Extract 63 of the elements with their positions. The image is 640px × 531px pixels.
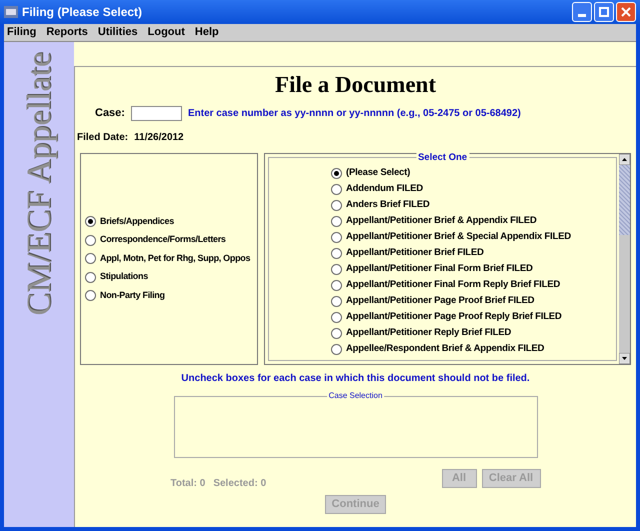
window-title: Filing (Please Select)	[22, 4, 142, 21]
minimize-icon	[578, 14, 586, 17]
scroll-down-icon[interactable]	[619, 352, 630, 364]
category-label[interactable]: Appl, Motn, Pet for Rhg, Supp, Oppos	[100, 252, 250, 266]
radio-button[interactable]	[331, 248, 342, 258]
page-heading: File a Document	[274, 71, 437, 99]
radio-button[interactable]	[85, 216, 96, 227]
event-label[interactable]: Appellee/Respondent Brief & Appendix FILED	[346, 342, 544, 356]
radio-button[interactable]	[331, 312, 342, 322]
category-label[interactable]: Correspondence/Forms/Letters	[100, 233, 226, 247]
event-label[interactable]: Appellant/Petitioner Brief & Appendix FILED	[346, 214, 537, 228]
maximize-icon	[599, 7, 609, 17]
event-label[interactable]: Appellant/Petitioner Brief & Special Appendix FILED	[346, 230, 571, 244]
event-label[interactable]: Appellant/Petitioner Reply Brief FILED	[346, 326, 512, 340]
event-label[interactable]: Appellant/Petitioner Final Form Reply Brief FILED	[346, 278, 560, 292]
category-label[interactable]: Stipulations	[100, 270, 148, 284]
radio-button[interactable]	[331, 344, 342, 354]
event-label[interactable]: Appellant/Petitioner Page Proof Reply Brief FILED	[346, 310, 562, 324]
radio-button[interactable]	[331, 328, 342, 338]
radio-button[interactable]	[331, 232, 342, 242]
radio-button[interactable]	[331, 296, 342, 306]
menu-item[interactable]: Help	[194, 24, 219, 41]
menu-item[interactable]: Filing	[7, 24, 36, 41]
case-input-field[interactable]	[130, 106, 182, 121]
case-label: Case:	[95, 106, 125, 121]
total-count: Total: 0	[170, 476, 206, 490]
event-label[interactable]: Appellant/Petitioner Final Form Brief FILED	[346, 262, 533, 276]
brand-text: CM/ECF Appellate	[20, 52, 58, 316]
instruction-text: Uncheck boxes for each case in which this document should not be filed.	[180, 372, 531, 386]
scroll-up-icon[interactable]	[619, 154, 630, 164]
menu-item[interactable]: Reports	[46, 24, 88, 41]
radio-button[interactable]	[331, 216, 342, 226]
menu-item[interactable]: Utilities	[98, 24, 138, 41]
radio-button[interactable]	[331, 184, 342, 194]
filed-date-value: 11/26/2012	[134, 130, 184, 144]
radio-button[interactable]	[85, 272, 96, 282]
scrollbar[interactable]	[619, 154, 630, 364]
category-label[interactable]: Briefs/Appendices	[100, 214, 174, 228]
radio-button[interactable]	[331, 264, 342, 274]
maximize-button[interactable]	[594, 2, 614, 22]
case-hint: Enter case number as yy-nnnn or yy-nnnnn (e.g., 05-2475 or 05-68492)	[188, 106, 521, 121]
radio-button[interactable]	[85, 253, 96, 264]
radio-button[interactable]	[331, 168, 342, 178]
close-icon	[621, 7, 631, 17]
filed-date-label: Filed Date:	[77, 130, 128, 144]
scroll-thumb[interactable]	[619, 164, 630, 234]
radio-button[interactable]	[85, 234, 96, 246]
event-label[interactable]: Appellant/Petitioner Page Proof Brief FILED	[346, 294, 534, 308]
minimize-button[interactable]	[572, 2, 592, 22]
category-label[interactable]: Non-Party Filing	[100, 288, 165, 302]
selected-count: Selected: 0	[213, 476, 266, 490]
group-title: Case Selection	[326, 390, 384, 400]
close-button[interactable]	[616, 2, 636, 22]
event-label[interactable]: Anders Brief FILED	[346, 198, 430, 212]
group-title: Select One	[416, 152, 470, 162]
event-label[interactable]: (Please Select)	[346, 166, 410, 180]
event-label[interactable]: Appellant/Petitioner Brief FILED	[346, 246, 484, 260]
app-icon	[4, 6, 18, 18]
radio-button[interactable]	[85, 290, 96, 301]
radio-button[interactable]	[331, 200, 342, 210]
menu-item[interactable]: Logout	[148, 24, 185, 41]
radio-button[interactable]	[331, 280, 342, 290]
event-label[interactable]: Addendum FILED	[346, 182, 423, 196]
